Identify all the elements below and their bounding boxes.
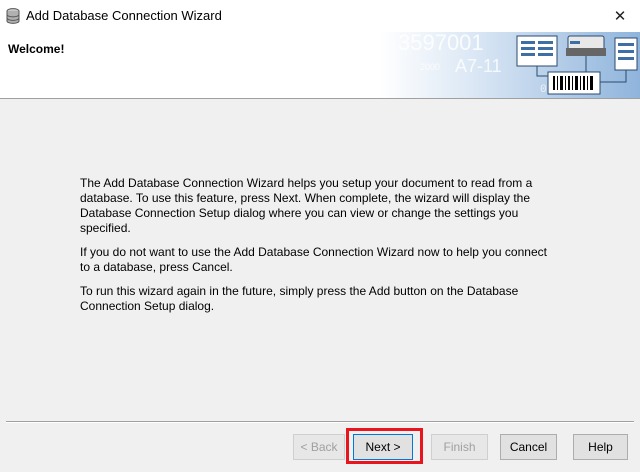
description-paragraph: The Add Database Connection Wizard helps… bbox=[80, 176, 533, 235]
barcode-icon bbox=[547, 71, 601, 95]
database-icon bbox=[6, 8, 20, 24]
cancel-button[interactable]: Cancel bbox=[500, 434, 557, 460]
close-button[interactable]: ✕ bbox=[600, 0, 640, 32]
finish-button[interactable]: Finish bbox=[431, 434, 488, 460]
footer-divider bbox=[6, 421, 634, 423]
document-icon bbox=[516, 35, 558, 67]
banner-number: 3597001 bbox=[398, 32, 484, 55]
wizard-window: Add Database Connection Wizard ✕ Welcome… bbox=[0, 0, 640, 472]
page-title: Welcome! bbox=[8, 42, 65, 56]
wizard-header: Welcome! 3597001 A7-11 2000 0110 bbox=[0, 32, 640, 99]
banner-small: 2000 bbox=[420, 62, 440, 72]
title-bar: Add Database Connection Wizard ✕ bbox=[0, 0, 640, 32]
window-title: Add Database Connection Wizard bbox=[26, 8, 222, 23]
close-icon: ✕ bbox=[613, 8, 627, 25]
server-icon bbox=[566, 35, 606, 56]
description-paragraph: To run this wizard again in the future, … bbox=[80, 284, 519, 313]
wizard-description: The Add Database Connection Wizard helps… bbox=[80, 176, 550, 323]
back-button[interactable]: < Back bbox=[293, 434, 345, 460]
next-button[interactable]: Next > bbox=[353, 434, 413, 460]
description-paragraph: If you do not want to use the Add Databa… bbox=[80, 245, 547, 274]
database-banner-graphic: 3597001 A7-11 2000 0110 bbox=[380, 32, 640, 98]
help-button[interactable]: Help bbox=[573, 434, 628, 460]
banner-code: A7-11 bbox=[455, 56, 502, 76]
